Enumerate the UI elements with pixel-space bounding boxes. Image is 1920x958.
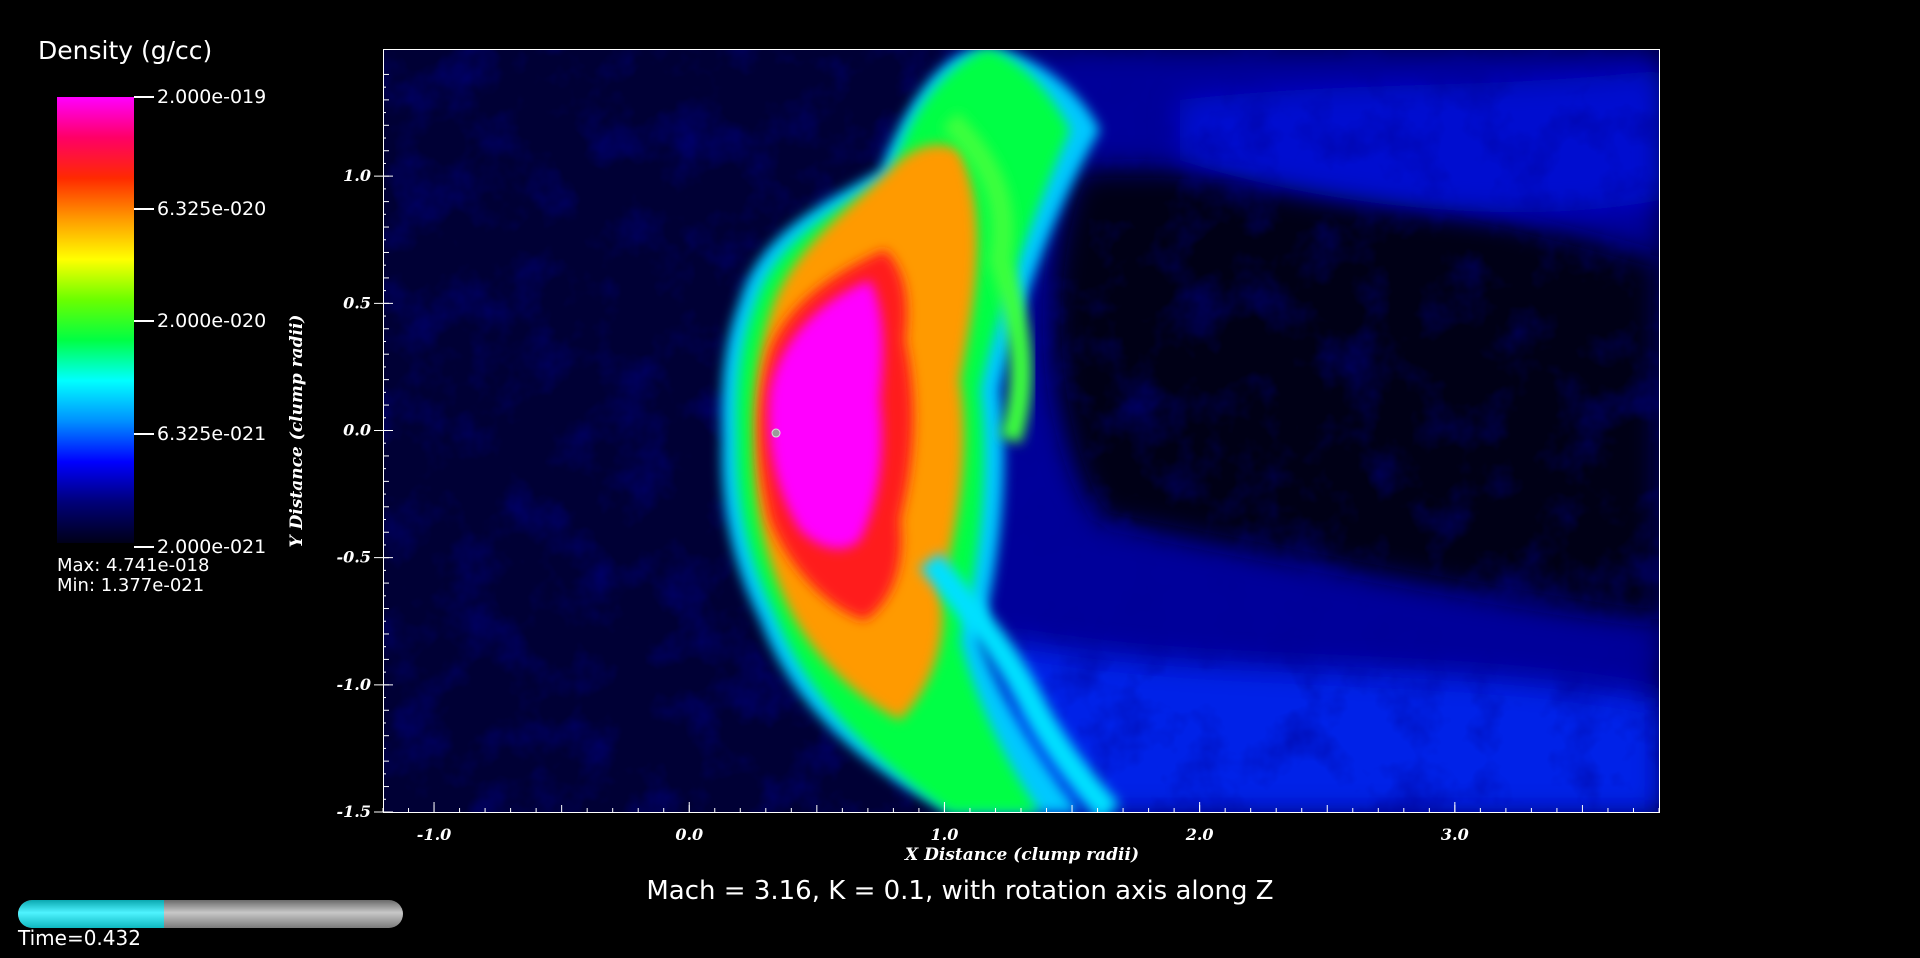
y-tick-label: 0.5 [343, 293, 371, 312]
clump-center-marker [771, 428, 781, 438]
y-tick-label: 1.0 [343, 166, 371, 185]
x-tick-label: 2.0 [1185, 825, 1214, 844]
x-tick-label: -1.0 [417, 825, 451, 844]
y-tick-label: -1.0 [337, 675, 371, 694]
y-tick-label: 0.0 [343, 421, 371, 440]
x-tick-label: 0.0 [675, 825, 703, 844]
density-plot: -1.0 0.0 1.0 2.0 3.0 -1.5 -1.0 -0.5 0.0 0.5 1.0 X… [287, 49, 1660, 865]
time-progress-bar[interactable] [18, 900, 403, 928]
y-tick-label: -0.5 [337, 548, 371, 567]
time-label: Time=0.432 [18, 926, 141, 950]
x-tick-label: 3.0 [1441, 825, 1469, 844]
heatmap-image [383, 49, 1660, 813]
y-axis-label: Y Distance (clump radii) [287, 315, 307, 548]
time-progress-fill [18, 900, 165, 928]
x-axis-label: X Distance (clump radii) [904, 845, 1139, 865]
x-tick-label: 1.0 [931, 825, 959, 844]
y-tick-label: -1.5 [337, 802, 371, 821]
